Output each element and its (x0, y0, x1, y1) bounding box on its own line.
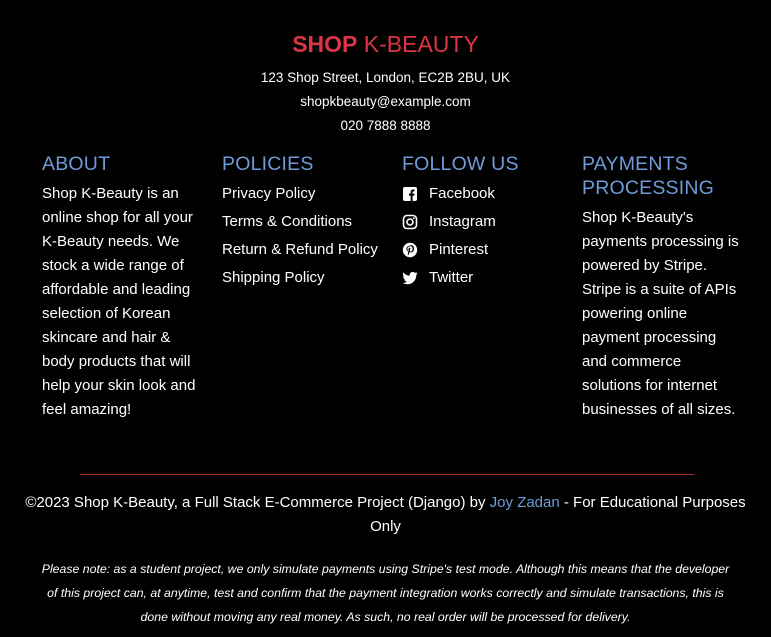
instagram-link[interactable]: Instagram (429, 210, 496, 234)
terms-conditions-link[interactable]: Terms & Conditions (222, 213, 352, 230)
brand-shop-text: SHOP (292, 31, 358, 57)
contact-email[interactable]: shopkbeauty@example.com (0, 90, 771, 114)
social-item-facebook[interactable]: Facebook (402, 182, 562, 206)
facebook-link[interactable]: Facebook (429, 182, 495, 206)
pinterest-link[interactable]: Pinterest (429, 238, 488, 262)
policy-item: Return & Refund Policy (222, 238, 382, 262)
social-item-twitter[interactable]: Twitter (402, 266, 562, 290)
pinterest-icon (402, 242, 418, 258)
policy-item: Terms & Conditions (222, 210, 382, 234)
policy-item: Privacy Policy (222, 182, 382, 206)
brand-logo[interactable]: SHOP K-BEAUTY (0, 28, 771, 60)
contact-phone[interactable]: 020 7888 8888 (0, 114, 771, 138)
shipping-policy-link[interactable]: Shipping Policy (222, 269, 325, 286)
instagram-icon (402, 214, 418, 230)
payments-section: PAYMENTS PROCESSING Shop K-Beauty's paym… (582, 152, 742, 422)
facebook-icon (403, 187, 417, 201)
social-item-instagram[interactable]: Instagram (402, 210, 562, 234)
payments-text: Shop K-Beauty's payments processing is p… (582, 209, 739, 418)
author-link[interactable]: Joy Zadan (490, 494, 560, 511)
about-text: Shop K-Beauty is an online shop for all … (42, 185, 196, 418)
student-project-note: Please note: as a student project, we on… (41, 562, 730, 624)
copyright-prefix: ©2023 Shop K-Beauty, a Full Stack E-Comm… (25, 494, 490, 511)
policies-heading: POLICIES (222, 153, 314, 175)
policies-list: Privacy Policy Terms & Conditions Return… (222, 182, 382, 290)
twitter-link[interactable]: Twitter (429, 266, 473, 290)
brand-kbeauty-text: K-BEAUTY (357, 31, 479, 57)
policy-item: Shipping Policy (222, 266, 382, 290)
privacy-policy-link[interactable]: Privacy Policy (222, 185, 315, 202)
policies-section: POLICIES Privacy Policy Terms & Conditio… (222, 152, 382, 294)
about-heading: ABOUT (42, 153, 111, 175)
social-list: Facebook Instagram Pinterest Twitter (402, 182, 562, 290)
follow-us-heading: FOLLOW US (402, 153, 519, 175)
return-refund-policy-link[interactable]: Return & Refund Policy (222, 241, 378, 258)
payments-heading: PAYMENTS PROCESSING (582, 153, 715, 199)
footer-divider (80, 474, 694, 475)
social-item-pinterest[interactable]: Pinterest (402, 238, 562, 262)
copyright-line: ©2023 Shop K-Beauty, a Full Stack E-Comm… (10, 491, 761, 539)
follow-us-section: FOLLOW US Facebook Instagram Pinterest T… (402, 152, 562, 294)
about-section: ABOUT Shop K-Beauty is an online shop fo… (42, 152, 202, 422)
contact-address: 123 Shop Street, London, EC2B 2BU, UK (260, 70, 511, 85)
twitter-icon (402, 271, 418, 285)
